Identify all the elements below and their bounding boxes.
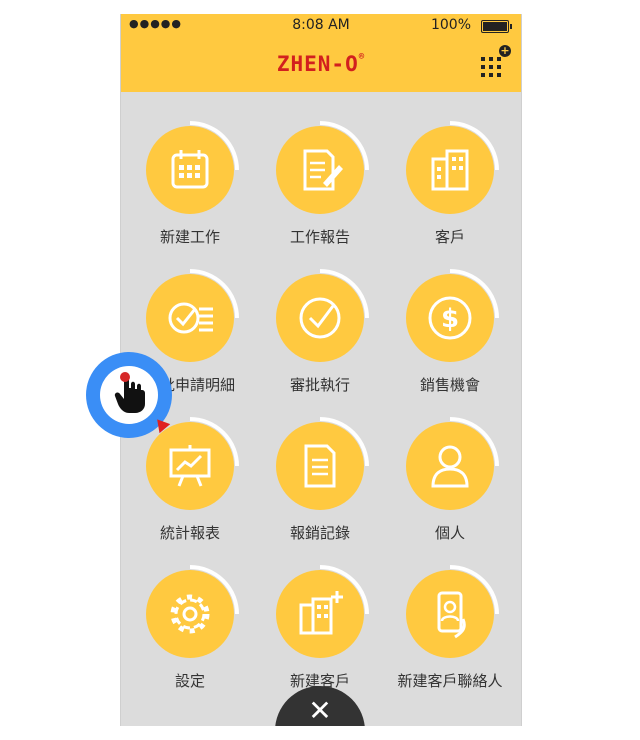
menu-item-label: 個人 (434, 524, 465, 542)
menu-item-label: 工作報告 (289, 228, 350, 246)
hand-pointer-icon (114, 375, 145, 413)
calendar-icon (171, 150, 209, 189)
battery-percent: 100% (430, 17, 471, 33)
dollar-icon: $ (428, 296, 472, 340)
menu-item-sales-opportunity[interactable]: $ 銷售機會 (385, 269, 515, 414)
menu-item-label: 客戶 (434, 228, 465, 246)
brand-logo: ZHEN-O® (121, 52, 521, 76)
menu-item-new-work[interactable]: 新建工作 (125, 121, 255, 266)
add-building-icon (299, 591, 343, 635)
add-grid-button[interactable]: + (479, 45, 511, 79)
menu-item-label: 銷售機會 (419, 376, 480, 394)
menu-item-label: 新建客戶聯絡人 (397, 672, 503, 690)
close-icon: ✕ (308, 694, 332, 726)
menu-item-expense-records[interactable]: 報銷記錄 (255, 417, 385, 562)
status-bar: ●●●●● 8:08 AM 100% (121, 14, 521, 36)
check-circle-icon (299, 297, 341, 339)
menu-item-new-contact[interactable]: 新建客戶聯絡人 (385, 565, 515, 710)
plus-icon: + (499, 44, 511, 57)
menu-item-personal[interactable]: 個人 (385, 417, 515, 562)
menu-item-customer[interactable]: 客戶 (385, 121, 515, 266)
battery-icon (481, 20, 512, 33)
menu-item-label: 新建工作 (159, 228, 220, 246)
menu-item-approval-execute[interactable]: 審批執行 (255, 269, 385, 414)
menu-item-label: 設定 (174, 672, 205, 690)
menu-item-label: 統計報表 (159, 524, 220, 542)
logo-registered-mark: ® (358, 52, 366, 62)
app-header: ●●●●● 8:08 AM 100% ZHEN-O® + (121, 14, 521, 92)
svg-text:$: $ (441, 304, 459, 334)
menu-item-settings[interactable]: 設定 (125, 565, 255, 710)
report-edit-icon (303, 149, 343, 191)
document-icon (304, 444, 336, 488)
menu-item-label: 審批執行 (289, 376, 350, 394)
menu-item-work-report[interactable]: 工作報告 (255, 121, 385, 266)
person-icon (431, 445, 469, 488)
check-list-icon (168, 302, 213, 334)
building-icon (431, 149, 469, 191)
menu-item-statistics[interactable]: 統計報表 (125, 417, 255, 562)
logo-text: ZHEN-O (276, 52, 359, 76)
gear-icon (170, 594, 210, 634)
contact-phone-icon (437, 591, 466, 639)
menu-item-label: 報銷記錄 (289, 524, 350, 542)
app-screen: ●●●●● 8:08 AM 100% ZHEN-O® + 新建工作 工作報告 客… (120, 14, 522, 726)
chart-board-icon (169, 445, 211, 487)
touch-point-icon (120, 372, 130, 382)
